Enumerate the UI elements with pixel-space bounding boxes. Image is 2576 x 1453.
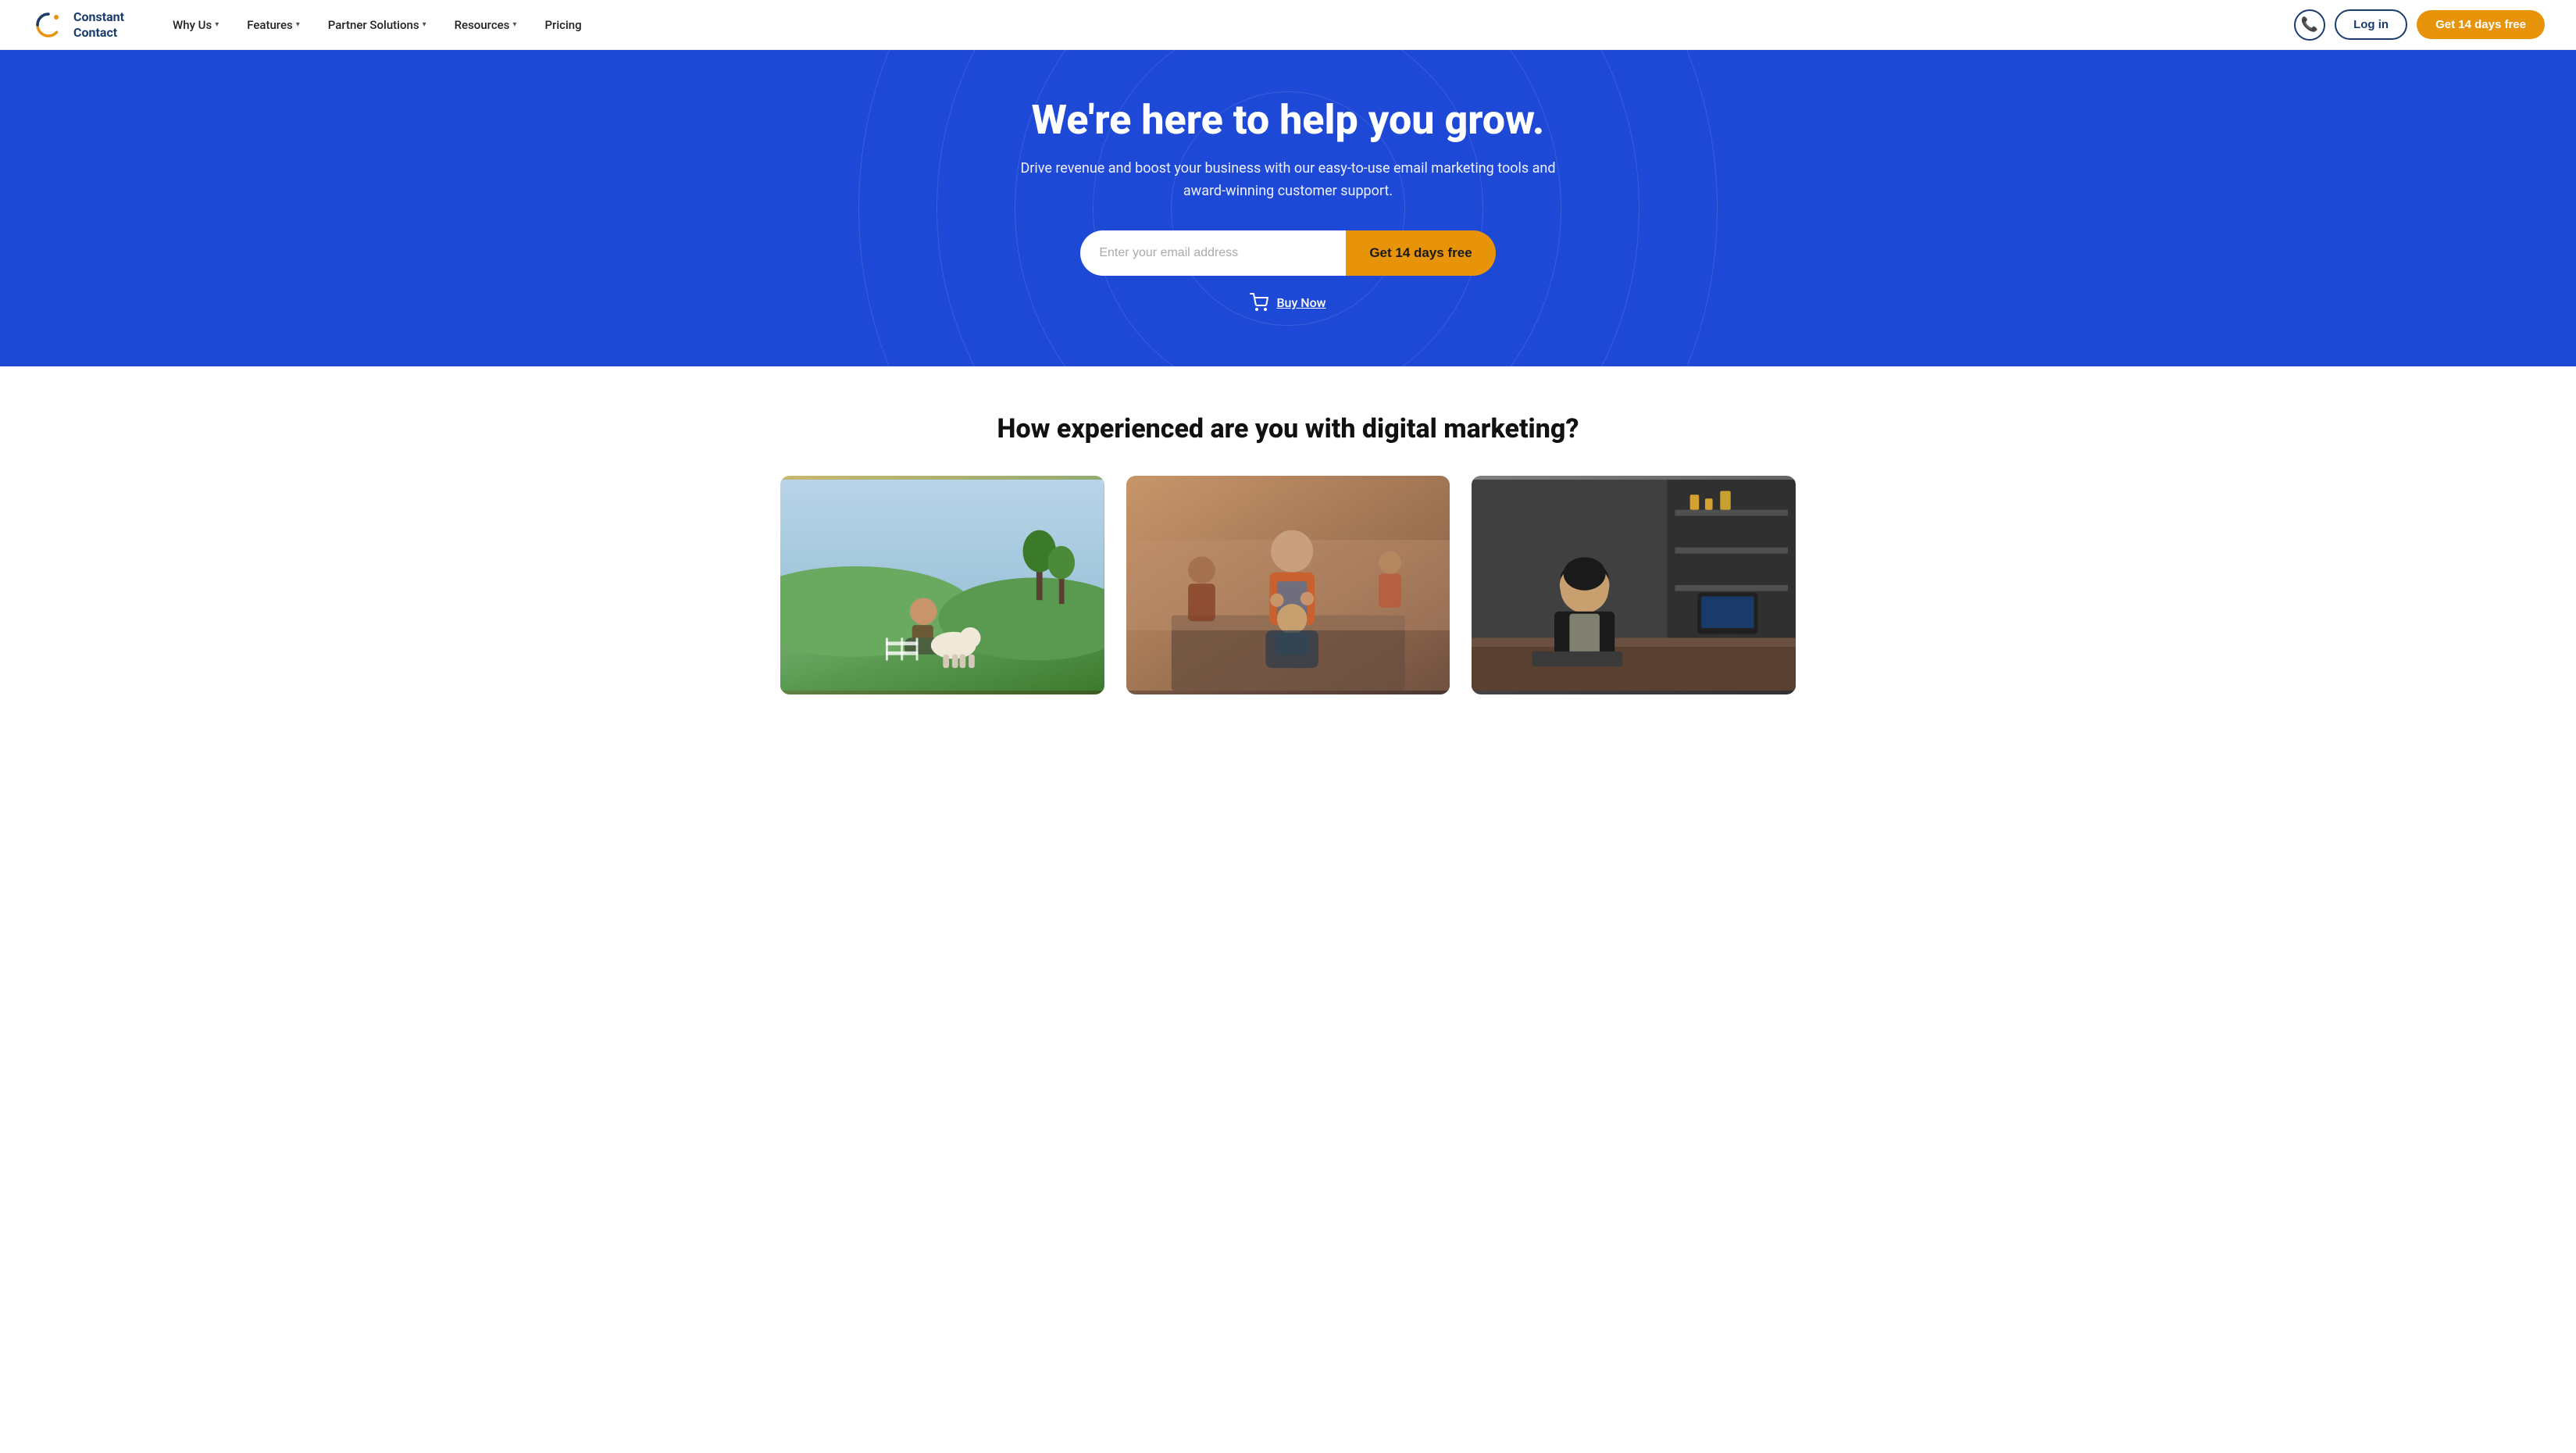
- nav-cta-button[interactable]: Get 14 days free: [2417, 10, 2545, 39]
- buy-now-link[interactable]: Buy Now: [1250, 293, 1325, 312]
- below-hero-section: How experienced are you with digital mar…: [0, 366, 2576, 726]
- nav-why-us[interactable]: Why Us ▾: [162, 12, 230, 38]
- nav-resources[interactable]: Resources ▾: [444, 12, 528, 38]
- hero-subtext: Drive revenue and boost your business wi…: [1015, 158, 1561, 203]
- card-farm[interactable]: [780, 476, 1104, 694]
- logo-link[interactable]: Constant Contact: [31, 8, 124, 42]
- login-button[interactable]: Log in: [2335, 9, 2407, 40]
- card-retail[interactable]: [1472, 476, 1796, 694]
- hero-cta-button[interactable]: Get 14 days free: [1346, 230, 1495, 276]
- nav-pricing[interactable]: Pricing: [533, 12, 592, 38]
- nav-actions: 📞 Log in Get 14 days free: [2294, 9, 2545, 41]
- card-image-barber: [1126, 476, 1450, 694]
- card-barber[interactable]: [1126, 476, 1450, 694]
- main-nav: Constant Contact Why Us ▾ Features ▾ Par…: [0, 0, 2576, 50]
- email-input[interactable]: [1080, 230, 1346, 276]
- card-image-farm: [780, 476, 1104, 694]
- nav-links: Why Us ▾ Features ▾ Partner Solutions ▾ …: [162, 12, 2294, 38]
- hero-headline: We're here to help you grow.: [1032, 97, 1545, 144]
- hero-form: Get 14 days free: [1080, 230, 1495, 276]
- chevron-down-icon: ▾: [512, 20, 516, 29]
- nav-partner-solutions[interactable]: Partner Solutions ▾: [317, 12, 437, 38]
- nav-features[interactable]: Features ▾: [236, 12, 311, 38]
- logo-text: Constant Contact: [73, 9, 124, 39]
- cart-icon: [1250, 293, 1268, 312]
- experience-cards-row: [780, 476, 1796, 694]
- hero-section: We're here to help you grow. Drive reven…: [0, 50, 2576, 366]
- chevron-down-icon: ▾: [423, 20, 426, 29]
- chevron-down-icon: ▾: [215, 20, 219, 29]
- phone-button[interactable]: 📞: [2294, 9, 2325, 41]
- card-image-retail: [1472, 476, 1796, 694]
- chevron-down-icon: ▾: [296, 20, 300, 29]
- phone-icon: 📞: [2301, 16, 2318, 33]
- section-heading: How experienced are you with digital mar…: [31, 413, 2545, 444]
- logo-icon: [31, 8, 66, 42]
